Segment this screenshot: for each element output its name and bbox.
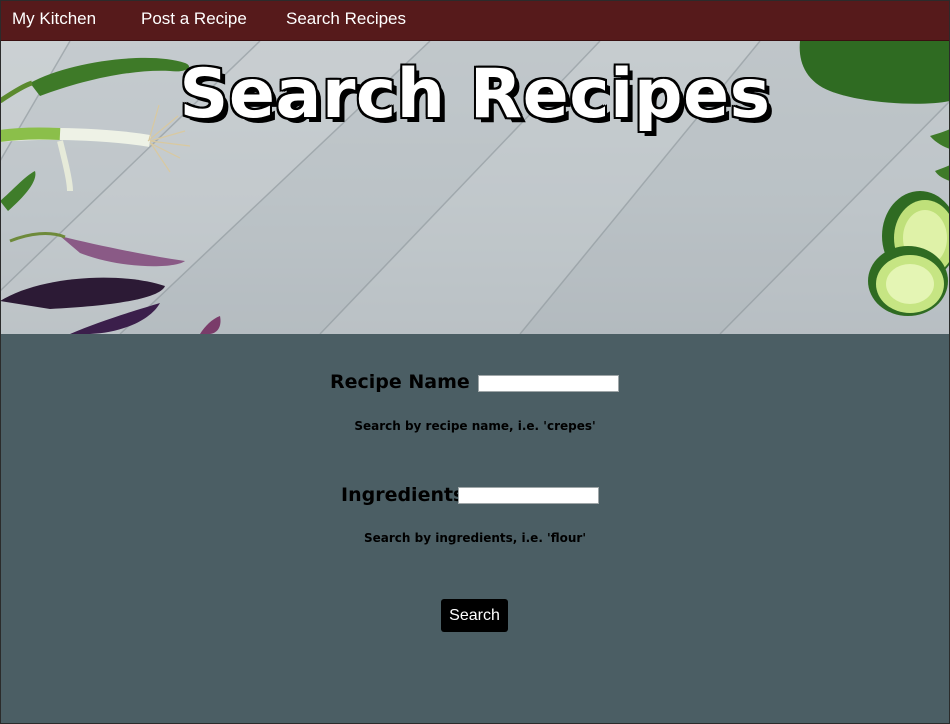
nav-post-recipe[interactable]: Post a Recipe [141,0,247,40]
hero-banner: Search Recipes [0,41,950,334]
recipe-name-hint: Search by recipe name, i.e. 'crepes' [354,419,596,433]
top-navbar: My Kitchen Post a Recipe Search Recipes [0,0,950,41]
ingredients-hint: Search by ingredients, i.e. 'flour' [363,531,587,545]
ingredients-input[interactable] [458,487,599,504]
search-form: Recipe Name Search by recipe name, i.e. … [0,334,950,724]
ingredients-label: Ingredients [341,484,465,506]
nav-my-kitchen[interactable]: My Kitchen [12,0,96,40]
nav-search-recipes[interactable]: Search Recipes [286,0,406,40]
page-title: Search Recipes [179,55,771,134]
recipe-name-input[interactable] [478,375,619,392]
search-button[interactable]: Search [441,599,508,632]
recipe-name-label: Recipe Name [330,371,470,393]
